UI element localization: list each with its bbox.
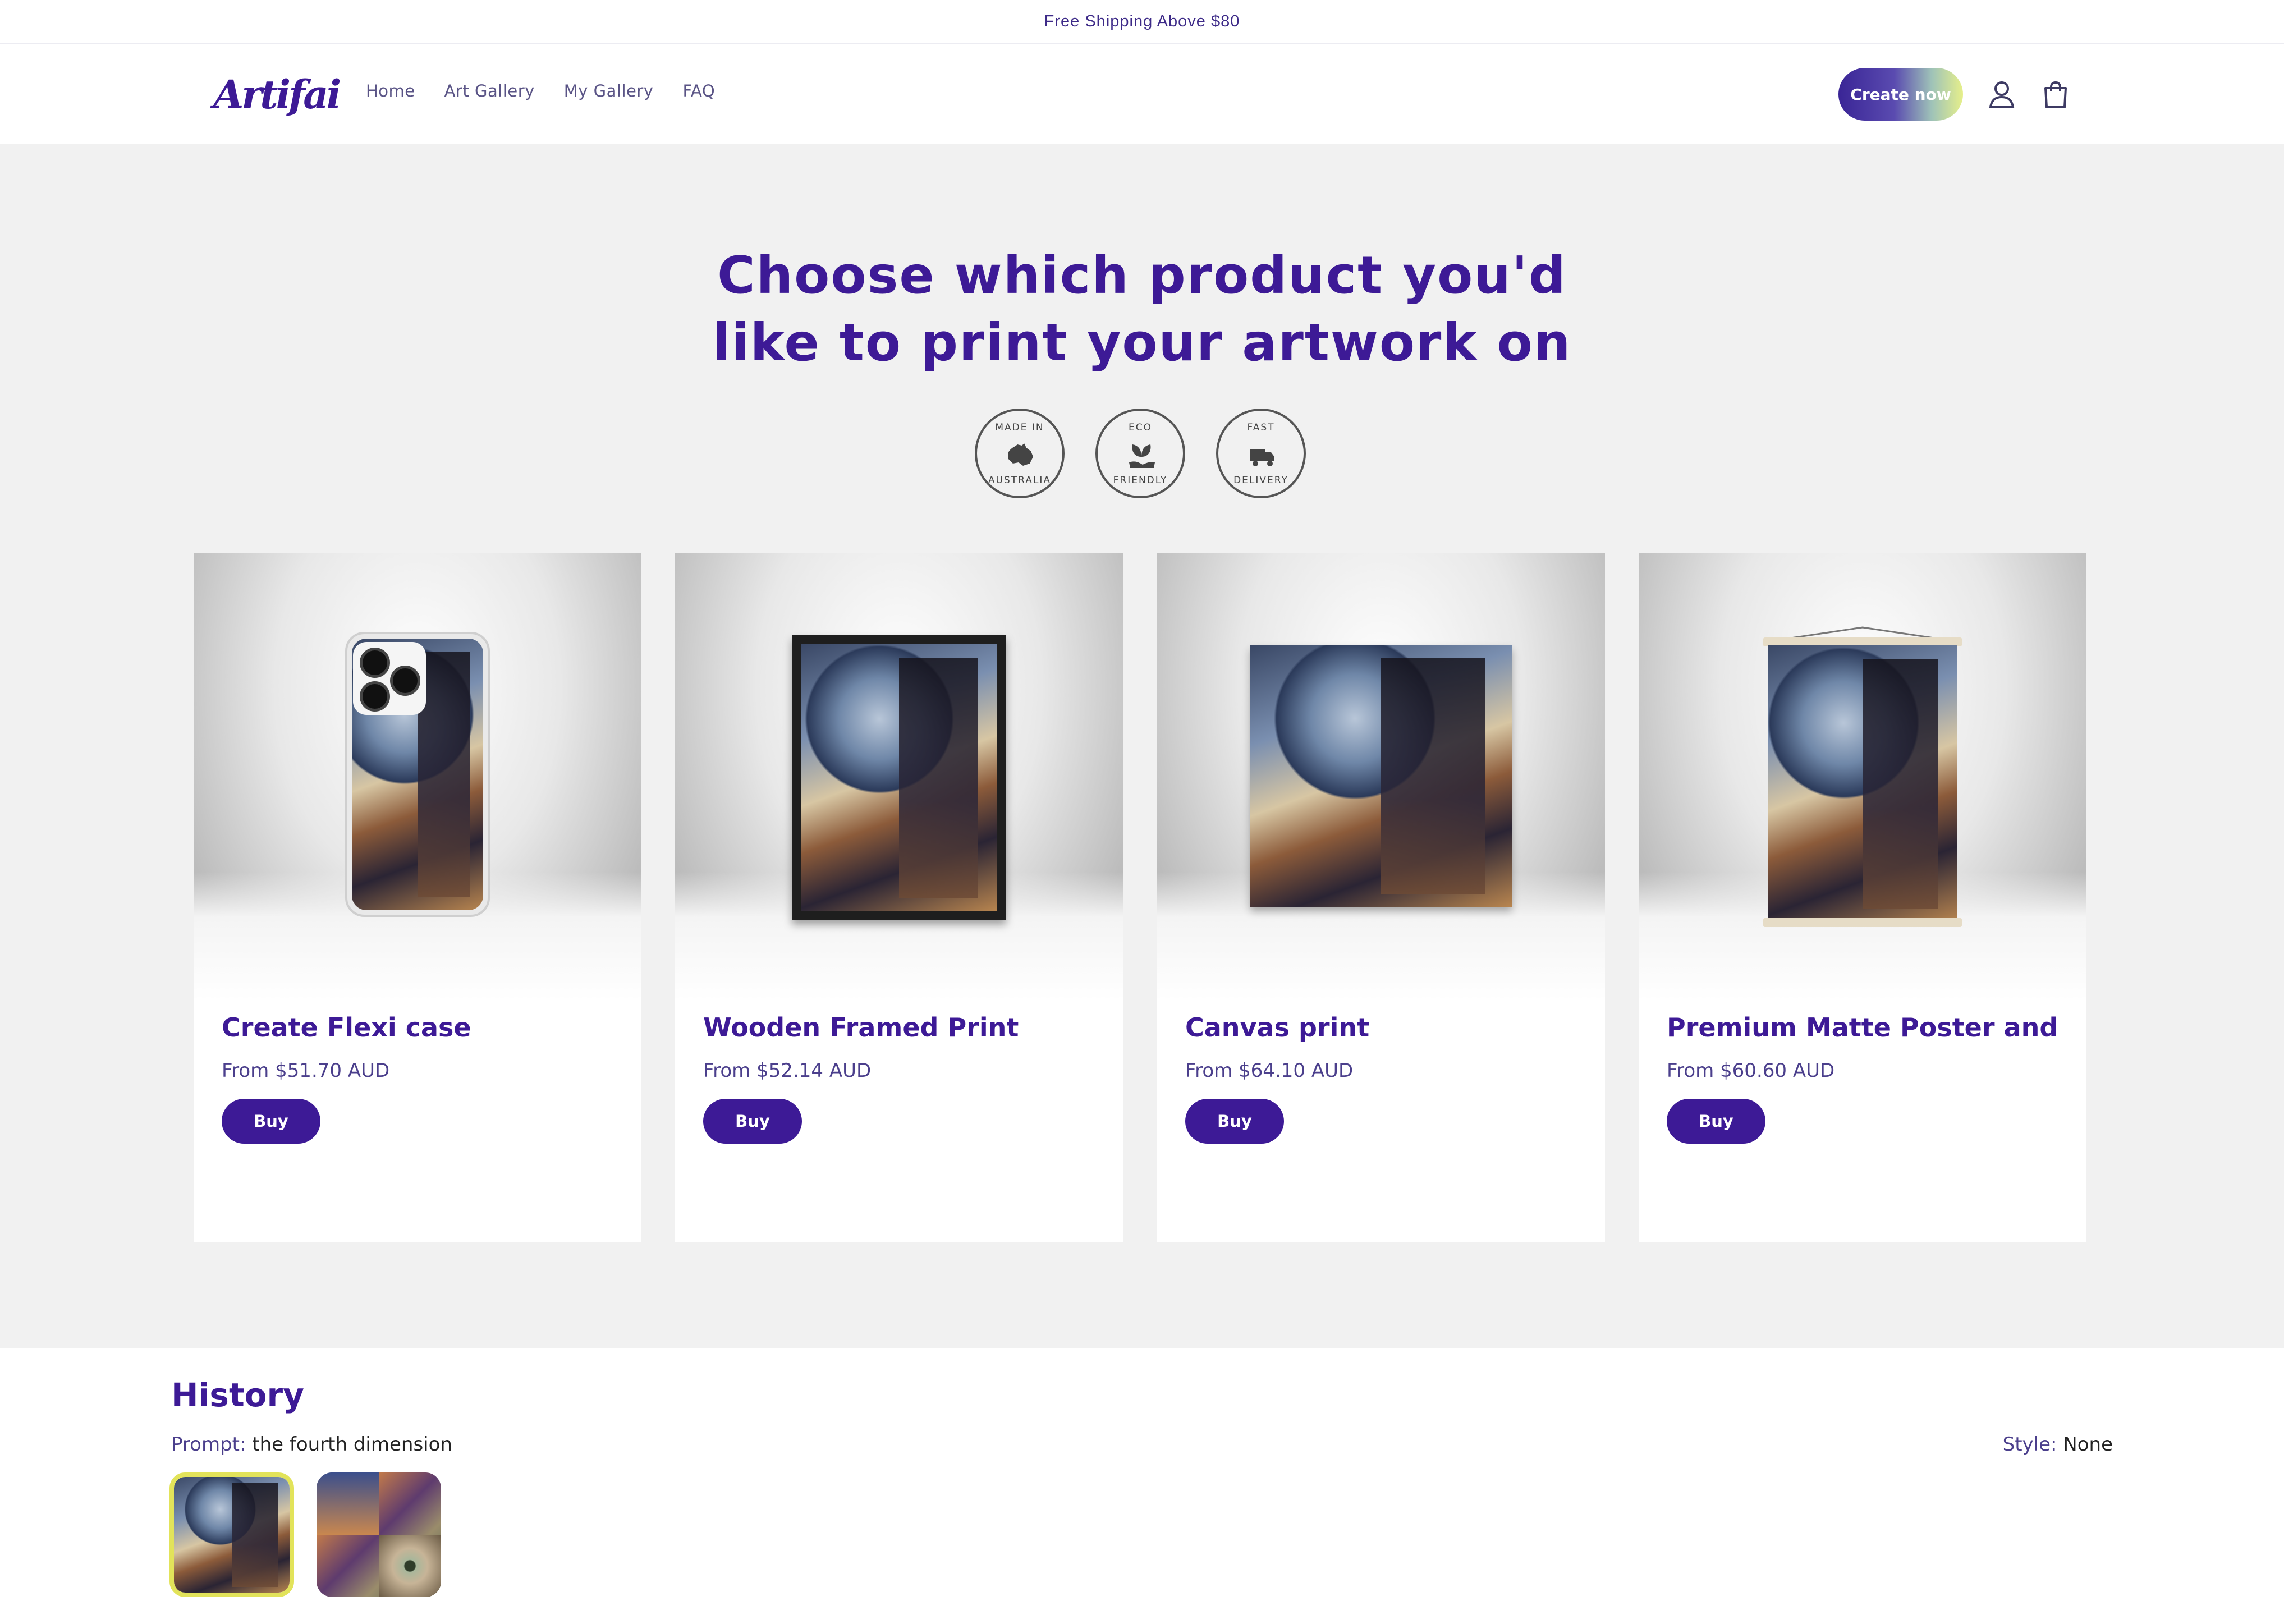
nav-art-gallery[interactable]: Art Gallery bbox=[444, 81, 535, 100]
cart-button[interactable] bbox=[2039, 78, 2072, 112]
logo[interactable]: Artifai bbox=[213, 72, 341, 117]
leaf-hand-icon bbox=[1129, 444, 1155, 468]
product-image-framed-print[interactable] bbox=[675, 553, 1123, 1001]
history-title: History bbox=[171, 1376, 304, 1414]
create-now-button[interactable]: Create now bbox=[1838, 68, 1963, 121]
product-selection-section: Choose which product you'd like to print… bbox=[0, 144, 2284, 1348]
product-card-poster[interactable]: Premium Matte Poster and ... From $60.60… bbox=[1639, 553, 2086, 1242]
badge-made-in-australia: MADE IN AUSTRALIA bbox=[975, 409, 1065, 498]
delivery-truck-icon bbox=[1250, 449, 1274, 466]
main-nav: Home Art Gallery My Gallery FAQ bbox=[366, 81, 715, 100]
product-price: From $52.14 AUD bbox=[703, 1059, 872, 1082]
style-line: Style: None bbox=[2003, 1433, 2113, 1456]
prompt-line: Prompt: the fourth dimension bbox=[171, 1433, 452, 1456]
style-label: Style: bbox=[2002, 1433, 2057, 1456]
site-header: Artifai Home Art Gallery My Gallery FAQ … bbox=[0, 44, 2284, 144]
history-section: History Prompt: the fourth dimension Sty… bbox=[0, 1348, 2284, 1624]
badge-top-text: MADE IN bbox=[995, 422, 1044, 433]
badge-fast-delivery: FAST DELIVERY bbox=[1216, 409, 1306, 498]
buy-button[interactable]: Buy bbox=[703, 1099, 802, 1144]
product-title[interactable]: Premium Matte Poster and ... bbox=[1667, 1012, 2065, 1043]
account-button[interactable] bbox=[1985, 78, 2019, 112]
australia-map-icon bbox=[1008, 443, 1033, 466]
badge-bottom-text: AUSTRALIA bbox=[988, 475, 1052, 486]
badge-top-text: FAST bbox=[1247, 422, 1275, 433]
announcement-text: Free Shipping Above $80 bbox=[1044, 12, 1240, 30]
badge-bottom-text: DELIVERY bbox=[1233, 475, 1288, 486]
nav-home[interactable]: Home bbox=[366, 81, 415, 100]
user-icon bbox=[1989, 81, 2015, 108]
page-title-line1: Choose which product you'd bbox=[717, 245, 1567, 305]
history-thumbnail-selected[interactable] bbox=[169, 1472, 294, 1597]
product-price: From $60.60 AUD bbox=[1667, 1059, 1835, 1082]
history-thumbnail[interactable] bbox=[317, 1472, 441, 1597]
product-card-wooden-framed-print[interactable]: Wooden Framed Print From $52.14 AUD Buy bbox=[675, 553, 1123, 1242]
page-title: Choose which product you'd like to print… bbox=[0, 242, 2284, 377]
product-title[interactable]: Wooden Framed Print bbox=[703, 1012, 1102, 1043]
nav-my-gallery[interactable]: My Gallery bbox=[564, 81, 654, 100]
product-image-canvas[interactable] bbox=[1157, 553, 1605, 1001]
badge-top-text: ECO bbox=[1129, 422, 1152, 433]
buy-button[interactable]: Buy bbox=[222, 1099, 320, 1144]
badge-bottom-text: FRIENDLY bbox=[1113, 475, 1168, 486]
product-image-phone-case[interactable] bbox=[194, 553, 641, 1001]
product-title[interactable]: Canvas print bbox=[1185, 1012, 1584, 1043]
shopping-bag-icon bbox=[2044, 81, 2067, 108]
product-card-canvas-print[interactable]: Canvas print From $64.10 AUD Buy bbox=[1157, 553, 1605, 1242]
prompt-label: Prompt: bbox=[171, 1433, 246, 1456]
product-card-flexi-case[interactable]: Create Flexi case From $51.70 AUD Buy bbox=[194, 553, 641, 1242]
page-title-line2: like to print your artwork on bbox=[712, 313, 1572, 373]
badge-eco-friendly: ECO FRIENDLY bbox=[1095, 409, 1185, 498]
announcement-bar: Free Shipping Above $80 bbox=[0, 0, 2284, 44]
buy-button[interactable]: Buy bbox=[1667, 1099, 1765, 1144]
prompt-value: the fourth dimension bbox=[252, 1433, 452, 1456]
style-value: None bbox=[2063, 1433, 2113, 1456]
product-price: From $64.10 AUD bbox=[1185, 1059, 1354, 1082]
product-title[interactable]: Create Flexi case bbox=[222, 1012, 620, 1043]
product-image-poster[interactable] bbox=[1639, 553, 2086, 1001]
nav-faq[interactable]: FAQ bbox=[682, 81, 715, 100]
product-price: From $51.70 AUD bbox=[222, 1059, 390, 1082]
buy-button[interactable]: Buy bbox=[1185, 1099, 1284, 1144]
